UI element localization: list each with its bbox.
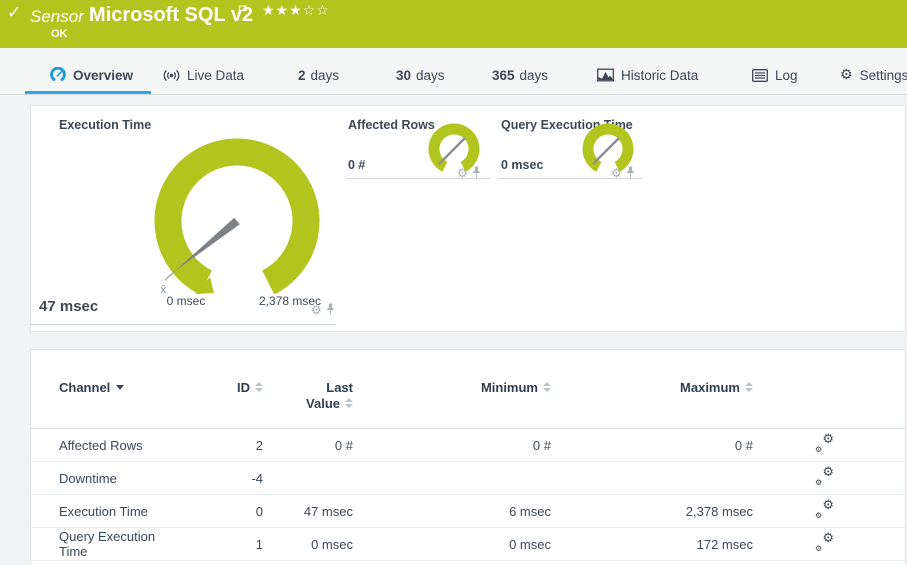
status-ok-check-icon: ✓ xyxy=(7,3,22,23)
tab-live-data[interactable]: Live Data xyxy=(163,65,244,85)
channel-name: Query Execution Time xyxy=(59,529,156,559)
channel-name: Execution Time xyxy=(59,503,148,519)
gauge-icon xyxy=(50,67,66,82)
priority-flag-icon[interactable] xyxy=(238,4,248,22)
sort-arrows-icon xyxy=(745,382,753,393)
tab-365-days[interactable]: 365 days xyxy=(492,65,548,85)
channel-settings-gears-icon[interactable]: ⚙ ⚙ xyxy=(815,465,834,487)
table-row-execution-time[interactable]: Execution Time 0 47 msec 6 msec 2,378 ms… xyxy=(31,495,906,528)
priority-stars[interactable]: ★★★☆☆ xyxy=(262,3,330,19)
mini-gauge-separator xyxy=(499,178,642,179)
channel-last-value: 0 msec xyxy=(311,536,353,552)
sort-arrows-icon xyxy=(543,382,551,393)
sort-arrows-icon xyxy=(345,398,353,409)
channel-settings-gears-icon[interactable]: ⚙ ⚙ xyxy=(815,498,834,520)
mini-gauge-value-affected-rows: 0 # xyxy=(348,158,366,172)
mini-gauge-value-query-execution-time: 0 msec xyxy=(501,158,544,172)
sort-arrows-icon xyxy=(255,382,263,393)
channel-last-value: 0 # xyxy=(334,437,353,453)
tab-log[interactable]: Log xyxy=(752,65,798,85)
mini-gauge-separator xyxy=(346,178,490,179)
sort-caret-icon xyxy=(116,385,125,391)
channel-minimum: 0 # xyxy=(532,437,551,453)
table-row-query-execution-time[interactable]: Query Execution Time 1 0 msec 0 msec 172… xyxy=(31,528,906,561)
channel-settings-gears-icon[interactable]: ⚙ ⚙ xyxy=(815,432,834,454)
column-header-actions xyxy=(753,350,906,429)
tab-settings[interactable]: ⚙ Settings xyxy=(840,65,907,85)
column-header-minimum[interactable]: Minimum xyxy=(353,350,551,429)
channel-table-panel: Channel ID Last Value Minimum Maximum Af… xyxy=(30,349,906,565)
table-row-affected-rows[interactable]: Affected Rows 2 0 # 0 # 0 # ⚙ ⚙ xyxy=(31,429,906,462)
channel-settings-gears-icon[interactable]: ⚙ ⚙ xyxy=(815,531,834,553)
historic-chart-icon xyxy=(597,68,614,82)
channel-settings-gear-icon[interactable]: ⚙ xyxy=(611,167,622,179)
log-list-icon xyxy=(752,68,768,82)
sensor-tabbar: Overview Live Data 2 days 30 days 365 da… xyxy=(0,48,907,95)
channel-id: 0 xyxy=(255,503,263,519)
primary-gauge-value: 47 msec xyxy=(39,298,99,315)
primary-gauge-title: Execution Time xyxy=(59,118,152,132)
tab-overview[interactable]: Overview xyxy=(50,65,133,85)
column-header-maximum[interactable]: Maximum xyxy=(551,350,753,429)
channel-settings-gear-icon[interactable]: ⚙ xyxy=(311,304,322,316)
tab-2-days[interactable]: 2 days xyxy=(298,65,339,85)
table-row-downtime[interactable]: Downtime -4 ⚙ ⚙ xyxy=(31,462,906,495)
sensor-title: Microsoft SQL v2 xyxy=(89,4,254,26)
tab-30-days[interactable]: 30 days xyxy=(396,65,445,85)
column-header-last-value[interactable]: Last Value xyxy=(263,350,353,429)
sensor-header: ✓ Sensor Microsoft SQL v2 ★★★☆☆ OK xyxy=(0,0,907,48)
execution-time-gauge[interactable]: x̄ xyxy=(147,131,327,311)
channel-minimum xyxy=(353,462,551,495)
sensor-status-badge: OK xyxy=(51,28,68,40)
channel-id: 1 xyxy=(255,536,263,552)
channel-maximum: 2,378 msec xyxy=(685,503,753,519)
object-kind-label: Sensor xyxy=(30,7,84,26)
overview-gauges-panel: Execution Time x̄ 0 msec 2,378 msec 47 m… xyxy=(30,105,906,332)
channel-maximum xyxy=(551,462,753,495)
tab-historic-data[interactable]: Historic Data xyxy=(597,65,698,85)
channel-last-value xyxy=(263,462,353,495)
channel-settings-gear-icon[interactable]: ⚙ xyxy=(457,167,468,179)
column-header-channel[interactable]: Channel xyxy=(31,350,181,429)
live-signal-icon xyxy=(163,69,180,81)
primary-gauge-separator xyxy=(31,324,336,325)
settings-gear-icon: ⚙ xyxy=(840,67,853,83)
gauge-min-label: 0 msec xyxy=(166,294,206,308)
channel-id: 2 xyxy=(255,437,263,453)
pin-icon[interactable] xyxy=(326,303,335,316)
active-tab-underline xyxy=(25,91,151,94)
channel-minimum: 0 msec xyxy=(509,536,551,552)
channel-maximum: 0 # xyxy=(734,437,753,453)
channel-maximum: 172 msec xyxy=(696,536,753,552)
channel-id: -4 xyxy=(251,470,263,486)
channel-last-value: 47 msec xyxy=(303,503,353,519)
column-header-id[interactable]: ID xyxy=(181,350,263,429)
channel-table: Channel ID Last Value Minimum Maximum Af… xyxy=(31,350,906,561)
channel-minimum: 6 msec xyxy=(509,503,551,519)
channel-name: Downtime xyxy=(59,470,117,486)
channel-name: Affected Rows xyxy=(59,437,143,453)
mini-gauge-title-affected-rows: Affected Rows xyxy=(348,118,435,132)
